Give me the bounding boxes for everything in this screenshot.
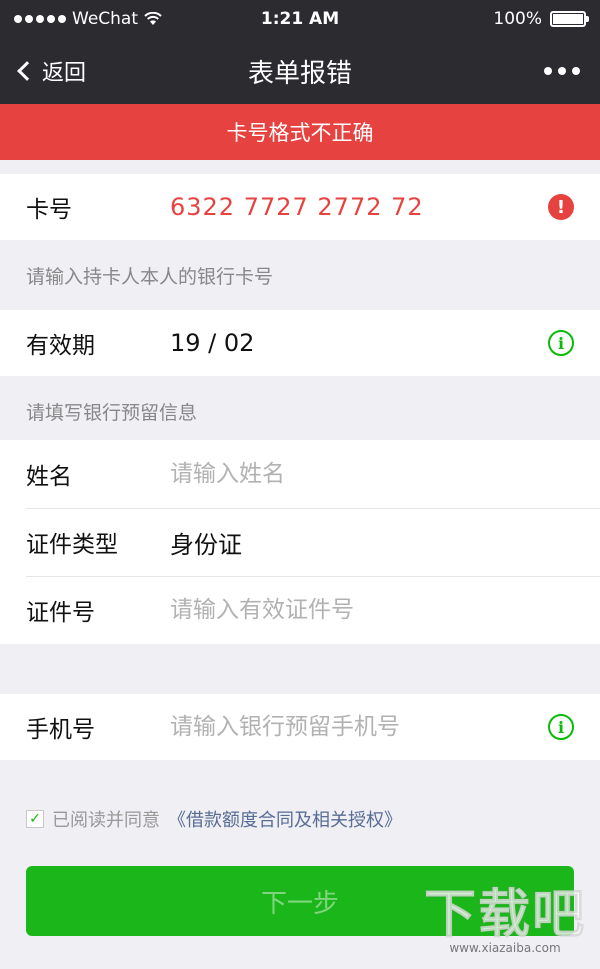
error-icon[interactable]: ! — [548, 194, 574, 220]
back-label: 返回 — [42, 61, 87, 86]
back-button[interactable]: 返回 — [16, 55, 86, 87]
phone-row[interactable]: 手机号 i — [0, 694, 600, 760]
battery-icon — [550, 11, 589, 27]
battery-percentage: 100% — [493, 9, 542, 29]
card-tip: 请输入持卡人本人的银行卡号 — [26, 266, 274, 288]
chevron-left-icon — [17, 61, 37, 81]
info-icon[interactable]: i — [548, 330, 574, 356]
id-type-row[interactable]: 证件类型 身份证 — [0, 508, 600, 576]
watermark-main: 下载吧 — [423, 885, 586, 946]
id-number-label: 证件号 — [26, 600, 95, 626]
bank-info-tip: 请填写银行预留信息 — [26, 402, 198, 424]
expiry-group: 有效期 19 / 02 i — [0, 310, 600, 376]
more-dot-icon — [544, 67, 552, 75]
card-number-label: 卡号 — [26, 197, 72, 223]
agreement-link[interactable]: 《借款额度合同及相关授权》 — [168, 806, 402, 832]
card-number-row[interactable]: 卡号 6322 7727 2772 72 ! — [0, 174, 600, 240]
status-carrier-group: WeChat — [14, 9, 162, 29]
wifi-icon — [144, 12, 162, 25]
expiry-label: 有效期 — [26, 333, 95, 359]
more-dot-icon — [558, 67, 566, 75]
id-type-label: 证件类型 — [26, 532, 118, 558]
more-button[interactable] — [540, 59, 584, 83]
phone-input[interactable] — [170, 714, 548, 740]
status-battery-group: 100% — [493, 9, 589, 29]
name-input[interactable] — [170, 461, 574, 487]
card-number-value[interactable]: 6322 7727 2772 72 — [170, 193, 548, 221]
agreement-text: 已阅读并同意 — [52, 810, 160, 831]
id-type-value[interactable]: 身份证 — [170, 525, 574, 560]
more-dot-icon — [572, 67, 580, 75]
name-label: 姓名 — [26, 464, 72, 490]
signal-icon — [14, 15, 66, 23]
phone-group: 手机号 i — [0, 694, 600, 760]
error-banner: 卡号格式不正确 — [0, 104, 600, 160]
navigation-bar: 返回 表单报错 — [0, 38, 600, 104]
agreement-checkbox[interactable]: ✓ — [26, 810, 44, 828]
identity-group: 姓名 证件类型 身份证 证件号 — [0, 440, 600, 644]
card-group: 卡号 6322 7727 2772 72 ! — [0, 174, 600, 240]
carrier-label: WeChat — [72, 9, 138, 29]
id-number-input[interactable] — [170, 597, 574, 623]
watermark-logo: 下载吧 www.xiazaiba.com — [423, 872, 586, 956]
name-row[interactable]: 姓名 — [0, 440, 600, 508]
page-title: 表单报错 — [247, 58, 352, 89]
phone-label: 手机号 — [26, 717, 95, 743]
expiry-value[interactable]: 19 / 02 — [170, 329, 548, 357]
status-bar: WeChat 1:21 AM 100% — [0, 0, 600, 38]
id-number-row[interactable]: 证件号 — [0, 576, 600, 644]
info-icon[interactable]: i — [548, 714, 574, 740]
expiry-row[interactable]: 有效期 19 / 02 i — [0, 310, 600, 376]
agreement-row: ✓ 已阅读并同意 《借款额度合同及相关授权》 — [0, 806, 600, 832]
